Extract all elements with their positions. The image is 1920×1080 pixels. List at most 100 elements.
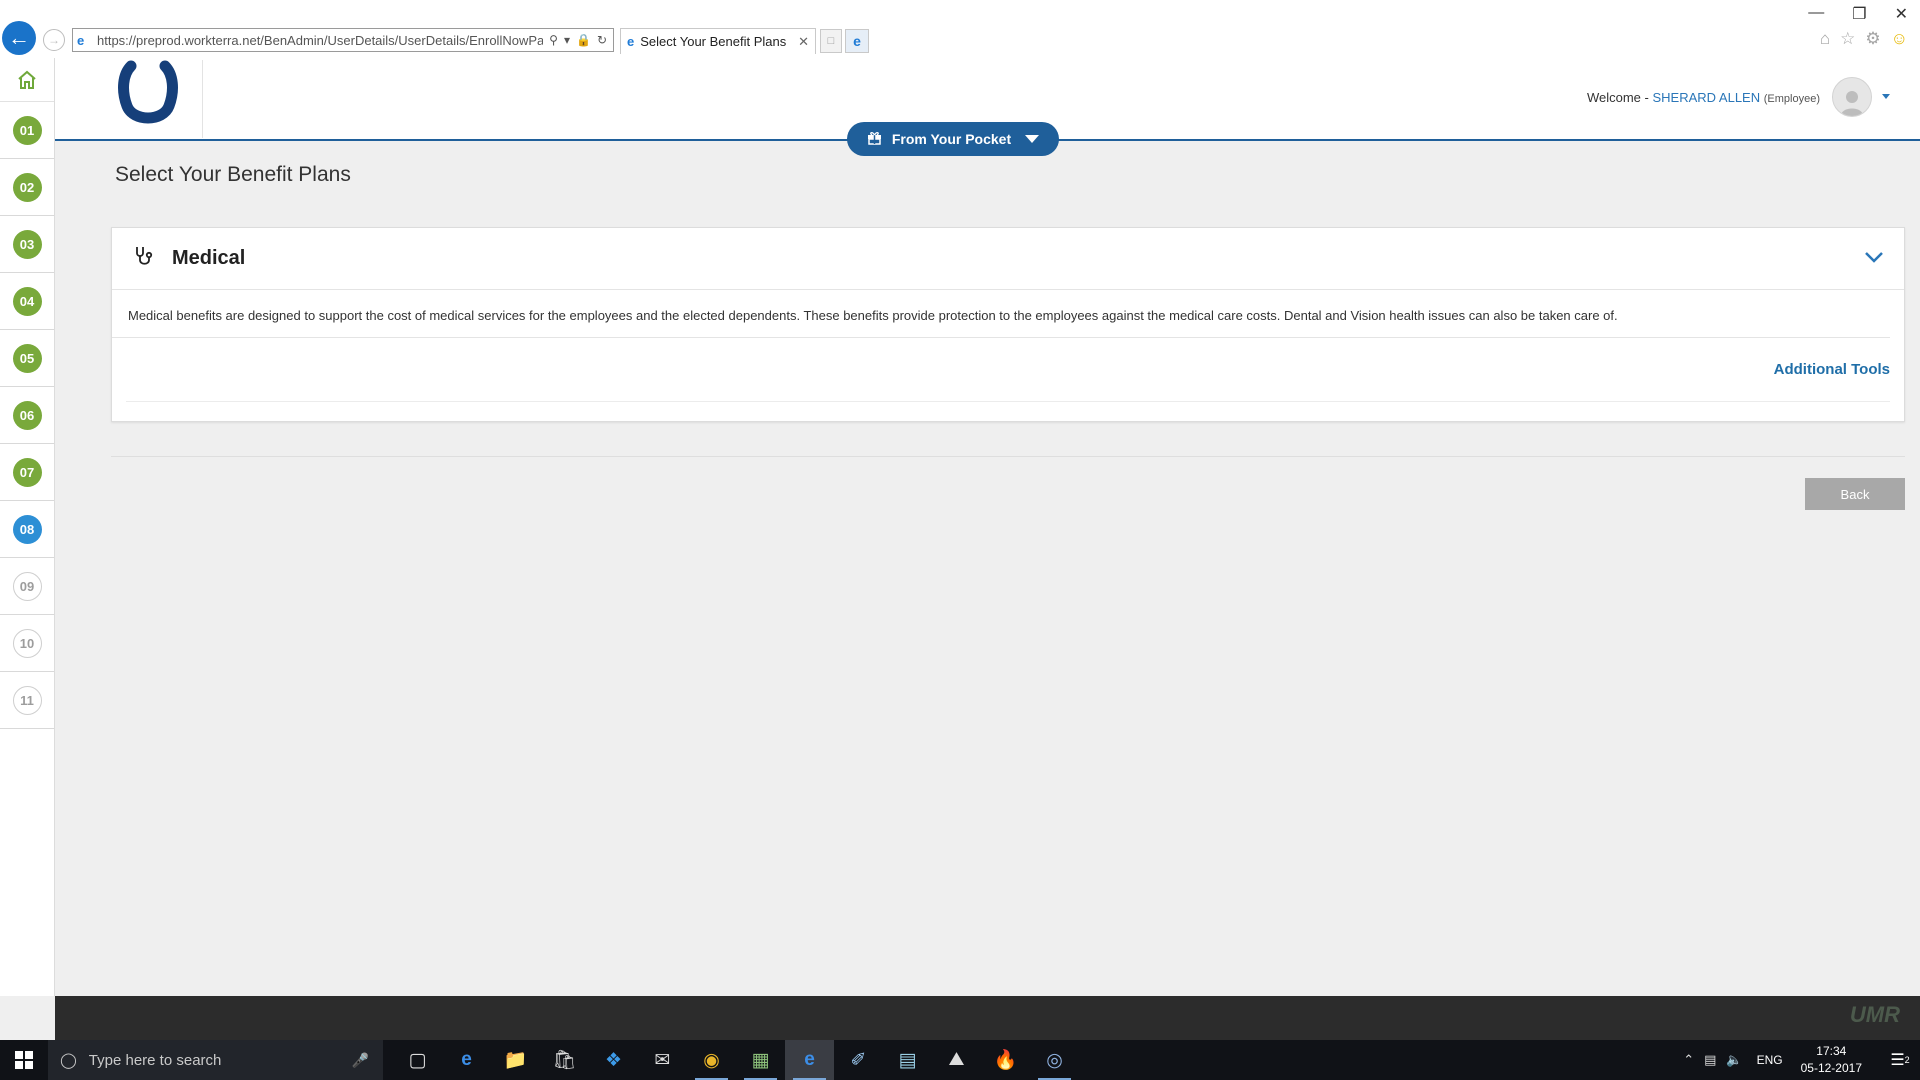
step-number: 04	[12, 286, 42, 316]
volume-icon[interactable]: 🔈	[1726, 1052, 1742, 1068]
clock-time: 17:34	[1816, 1044, 1847, 1058]
minimize-icon[interactable]: —	[1808, 4, 1824, 24]
from-your-pocket-button[interactable]: From Your Pocket	[847, 122, 1059, 156]
system-tray: ⌃ ▤ 🔈 ENG 17:34 05-12-2017 ☰ 2	[1683, 1040, 1920, 1080]
browser-back-button[interactable]: ←	[2, 21, 36, 55]
step-item-03[interactable]: 03	[0, 216, 54, 273]
file-explorer-icon[interactable]: 📁	[491, 1040, 540, 1080]
horseshoe-logo	[93, 60, 203, 138]
clock-date: 05-12-2017	[1800, 1061, 1862, 1075]
step-item-07[interactable]: 07	[0, 444, 54, 501]
step-number: 05	[12, 343, 42, 373]
card-tools-row: Additional Tools	[126, 338, 1890, 402]
step-number: 11	[12, 685, 42, 715]
user-name[interactable]: SHERARD ALLEN	[1652, 90, 1760, 105]
card-description: Medical benefits are designed to support…	[112, 290, 1890, 338]
home-icon[interactable]	[0, 58, 54, 102]
step-item-05[interactable]: 05	[0, 330, 54, 387]
ie-icon: e	[627, 34, 635, 49]
step-number: 07	[12, 457, 42, 487]
photos-icon[interactable]: ⛰	[932, 1040, 981, 1080]
search-icon[interactable]: ⚲	[549, 33, 558, 47]
medical-card: Medical Medical benefits are designed to…	[111, 227, 1905, 422]
back-button[interactable]: Back	[1805, 478, 1905, 510]
caret-down-icon	[1025, 135, 1040, 143]
browser-tab[interactable]: e Select Your Benefit Plans ✕	[620, 28, 816, 54]
card-title: Medical	[172, 247, 246, 269]
welcome-text: Welcome - SHERARD ALLEN (Employee)	[1587, 90, 1820, 105]
chevron-up-icon[interactable]: ⌃	[1683, 1052, 1694, 1068]
spreadsheet-app-icon[interactable]: ▦	[736, 1040, 785, 1080]
divider	[111, 456, 1905, 457]
card-header[interactable]: Medical	[112, 228, 1904, 290]
browser-toolbar: ← → e https://preprod.workterra.net/BenA…	[0, 0, 1920, 58]
notification-count: 2	[1904, 1055, 1910, 1065]
user-role: (Employee)	[1763, 93, 1820, 105]
step-number: 08	[12, 514, 42, 544]
close-icon[interactable]: ✕	[798, 34, 809, 50]
step-number: 06	[12, 400, 42, 430]
pocket-label: From Your Pocket	[891, 131, 1012, 147]
gear-icon[interactable]: ⚙	[1865, 29, 1880, 49]
address-bar[interactable]: e https://preprod.workterra.net/BenAdmin…	[72, 28, 614, 52]
refresh-icon[interactable]: ↻	[597, 33, 607, 47]
step-item-06[interactable]: 06	[0, 387, 54, 444]
step-number: 03	[12, 229, 42, 259]
stethoscope-icon	[132, 244, 156, 273]
mail-icon[interactable]: ✉	[638, 1040, 687, 1080]
cortana-circle-icon: ◯	[60, 1052, 77, 1069]
step-item-11[interactable]: 11	[0, 672, 54, 729]
search-placeholder: Type here to search	[88, 1051, 222, 1069]
page-footer: UMR	[55, 996, 1920, 1040]
step-item-10[interactable]: 10	[0, 615, 54, 672]
paint-icon[interactable]: ✐	[834, 1040, 883, 1080]
additional-tools-link[interactable]: Additional Tools	[1774, 361, 1890, 378]
chrome-icon[interactable]: ◉	[687, 1040, 736, 1080]
edge-icon[interactable]: e	[845, 29, 869, 53]
step-item-04[interactable]: 04	[0, 273, 54, 330]
tab-title: Select Your Benefit Plans	[640, 34, 787, 49]
notepad-icon[interactable]: ▤	[883, 1040, 932, 1080]
windows-start-button[interactable]	[0, 1040, 48, 1080]
step-item-08[interactable]: 08	[0, 501, 54, 558]
firefox-icon[interactable]: 🔥	[981, 1040, 1030, 1080]
favorites-star-icon[interactable]: ☆	[1840, 29, 1855, 49]
feedback-smiley-icon[interactable]: ☺	[1891, 29, 1908, 49]
user-menu-caret-icon[interactable]	[1882, 94, 1890, 99]
taskbar-search-box[interactable]: ◯ Type here to search 🎤	[48, 1040, 383, 1080]
step-number: 01	[12, 115, 42, 145]
task-view-icon[interactable]: ▢	[393, 1040, 442, 1080]
restore-icon[interactable]: ❐	[1852, 4, 1866, 24]
network-icon[interactable]: ▤	[1704, 1052, 1716, 1068]
step-number: 10	[12, 628, 42, 658]
avatar[interactable]	[1832, 77, 1872, 117]
microphone-icon[interactable]: 🎤	[352, 1052, 369, 1069]
notification-center-icon[interactable]: ☰ 2	[1880, 1050, 1920, 1070]
step-item-09[interactable]: 09	[0, 558, 54, 615]
step-item-01[interactable]: 01	[0, 102, 54, 159]
close-window-icon[interactable]: ✕	[1895, 4, 1908, 24]
umr-logo: UMR	[1849, 1002, 1900, 1027]
store-icon[interactable]: 🛍	[540, 1040, 589, 1080]
home-icon[interactable]: ⌂	[1820, 29, 1830, 49]
language-indicator[interactable]: ENG	[1757, 1053, 1783, 1067]
welcome-label: Welcome -	[1586, 90, 1649, 105]
new-tab-button[interactable]: □	[820, 29, 842, 53]
step-number: 09	[12, 571, 42, 601]
browser-forward-button[interactable]: →	[43, 29, 65, 51]
chevron-down-icon[interactable]	[1864, 250, 1884, 269]
step-item-02[interactable]: 02	[0, 159, 54, 216]
edge-browser-icon[interactable]: e	[442, 1040, 491, 1080]
globe-app-icon[interactable]: ◎	[1030, 1040, 1079, 1080]
windows-taskbar: ◯ Type here to search 🎤 ▢ e 📁 🛍 ❖ ✉ ◉ ▦ …	[0, 1040, 1920, 1080]
browser-compass-icon[interactable]: ❖	[589, 1040, 638, 1080]
url-text[interactable]: https://preprod.workterra.net/BenAdmin/U…	[93, 33, 543, 48]
clock[interactable]: 17:34 05-12-2017	[1801, 1043, 1862, 1077]
page-title: Select Your Benefit Plans	[115, 163, 351, 186]
internet-explorer-icon[interactable]: e	[785, 1040, 834, 1080]
ie-icon: e	[77, 32, 85, 48]
dropdown-icon[interactable]: ▾	[564, 33, 570, 47]
lock-icon[interactable]: 🔒	[576, 33, 591, 47]
step-sidebar: 01 02 03 04 05 06 07 08 09 10 11	[0, 58, 55, 996]
gift-icon	[867, 130, 882, 148]
